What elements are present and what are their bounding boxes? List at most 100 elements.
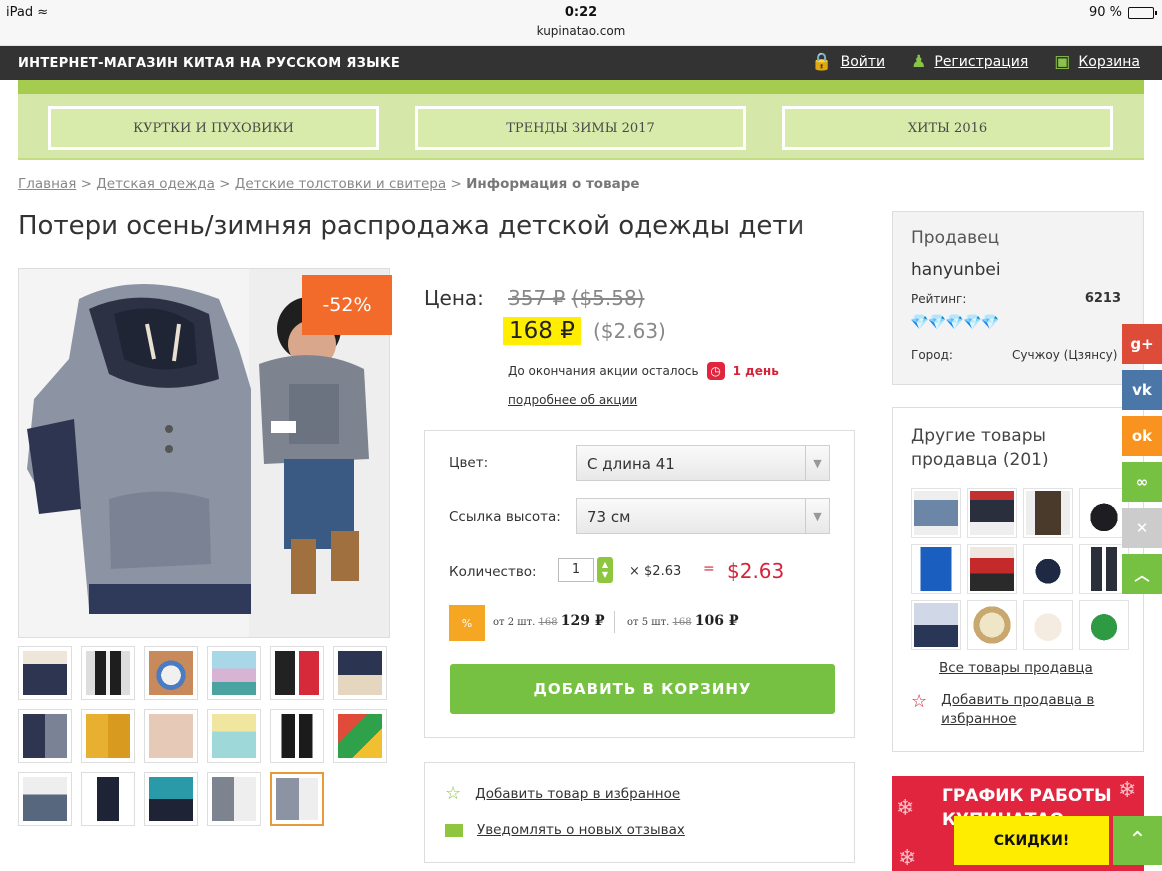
thumbnail[interactable]: [18, 646, 72, 700]
register-link[interactable]: ♟ Регистрация: [911, 52, 1028, 72]
breadcrumb-separator: >: [80, 176, 92, 192]
thumbnail[interactable]: [18, 709, 72, 763]
lock-icon: 🔒: [811, 52, 833, 72]
nav-strip: [18, 80, 1144, 94]
tier-5-old: 168: [672, 617, 692, 628]
notify-reviews-row[interactable]: Уведомлять о новых отзывах: [445, 822, 685, 838]
register-label[interactable]: Регистрация: [934, 54, 1028, 70]
battery-indicator: 90 %: [1088, 5, 1157, 20]
price-label: Цена:: [424, 286, 484, 310]
thumbnail[interactable]: [207, 772, 261, 826]
rating-value: 6213: [1084, 291, 1121, 306]
color-label: Цвет:: [449, 455, 489, 471]
breadcrumb-kids-clothing[interactable]: Детская одежда: [96, 176, 215, 192]
address-bar[interactable]: kupinatao.com: [0, 24, 1162, 38]
other-good-thumbnail[interactable]: [911, 544, 961, 594]
login-label[interactable]: Войти: [841, 54, 886, 70]
thumbnail[interactable]: [144, 709, 198, 763]
banner-winter-trends[interactable]: ТРЕНДЫ ЗИМЫ 2017: [415, 106, 746, 150]
thumbnail[interactable]: [207, 646, 261, 700]
sales-button[interactable]: СКИДКИ!: [954, 816, 1109, 865]
new-price: 168 ₽: [503, 317, 581, 345]
breadcrumb-hoodies[interactable]: Детские толстовки и свитера: [235, 176, 446, 192]
promo-banners: КУРТКИ И ПУХОВИКИ ТРЕНДЫ ЗИМЫ 2017 ХИТЫ …: [18, 94, 1144, 160]
quantity-label: Количество:: [449, 564, 537, 580]
cart-label[interactable]: Корзина: [1078, 54, 1140, 70]
quantity-input[interactable]: 1: [558, 558, 594, 582]
odnoklassniki-icon[interactable]: ok: [1122, 416, 1162, 456]
promo-details-link[interactable]: подробнее об акции: [508, 393, 637, 407]
banner-jackets[interactable]: КУРТКИ И ПУХОВИКИ: [48, 106, 379, 150]
other-good-thumbnail[interactable]: [967, 488, 1017, 538]
stepper-down-icon[interactable]: ▼: [602, 570, 608, 580]
thumbnail-selected[interactable]: [270, 772, 324, 826]
thumbnail[interactable]: [207, 709, 261, 763]
battery-percent: 90 %: [1088, 5, 1122, 20]
notify-reviews-link[interactable]: Уведомлять о новых отзывах: [477, 822, 685, 838]
breadcrumb-current: Информация о товаре: [466, 176, 640, 192]
total-price: $2.63: [727, 559, 785, 583]
scroll-top-icon[interactable]: ⌃: [1113, 816, 1162, 865]
city-label: Город:: [911, 348, 953, 362]
add-seller-favourite-link[interactable]: Добавить продавца в избранное: [941, 691, 1111, 729]
ios-status-bar: iPad ≈ 0:22 kupinatao.com 90 %: [0, 0, 1162, 46]
product-title: Потери осень/зимняя распродажа детской о…: [18, 211, 853, 241]
equals-sign: =: [703, 561, 715, 577]
link-icon[interactable]: ∞: [1122, 462, 1162, 502]
snowflake-icon: ❄: [898, 846, 917, 871]
other-good-thumbnail[interactable]: [1079, 600, 1129, 650]
breadcrumb-home[interactable]: Главная: [18, 176, 76, 192]
tier-5-prefix: от 5 шт.: [627, 617, 670, 628]
height-label: Ссылка высота:: [449, 509, 561, 525]
add-to-cart-button[interactable]: ДОБАВИТЬ В КОРЗИНУ: [450, 664, 835, 714]
other-good-thumbnail[interactable]: [911, 600, 961, 650]
seller-name[interactable]: hanyunbei: [911, 260, 1001, 280]
add-favourite-link[interactable]: Добавить товар в избранное: [475, 786, 680, 802]
wholesale-tier-2: от 2 шт. 168 129 ₽: [493, 613, 605, 629]
wholesale-tier-5: от 5 шт. 168 106 ₽: [627, 613, 739, 629]
thumbnail[interactable]: [270, 646, 324, 700]
height-select[interactable]: 73 см ▼: [576, 498, 830, 534]
height-select-value: 73 см: [587, 508, 631, 526]
other-good-thumbnail[interactable]: [967, 544, 1017, 594]
other-good-thumbnail[interactable]: [1023, 544, 1073, 594]
other-goods-heading: Другие товары продавца (201): [911, 426, 1049, 470]
thumbnail[interactable]: [81, 709, 135, 763]
thumbnail[interactable]: [81, 646, 135, 700]
thumbnail[interactable]: [18, 772, 72, 826]
tier-5-price: 106 ₽: [694, 613, 739, 629]
seller-heading: Продавец: [911, 228, 1000, 248]
other-good-thumbnail[interactable]: [1023, 600, 1073, 650]
old-price: 357 ₽ ($5.58): [508, 286, 645, 310]
banner-hits[interactable]: ХИТЫ 2016: [782, 106, 1113, 150]
quantity-stepper[interactable]: ▲ ▼: [597, 557, 613, 583]
close-icon[interactable]: ✕: [1122, 508, 1162, 548]
stepper-up-icon[interactable]: ▲: [602, 560, 608, 570]
rating-label: Рейтинг:: [911, 292, 967, 306]
vk-icon[interactable]: vk: [1122, 370, 1162, 410]
thumbnail[interactable]: [144, 772, 198, 826]
chevron-up-icon[interactable]: ︿: [1122, 554, 1162, 594]
other-good-thumbnail[interactable]: [967, 600, 1017, 650]
google-plus-icon[interactable]: g+: [1122, 324, 1162, 364]
envelope-icon: [445, 823, 463, 837]
add-seller-favourite-row[interactable]: ☆ Добавить продавца в избранное: [911, 691, 1111, 729]
thumbnail[interactable]: [144, 646, 198, 700]
thumbnail[interactable]: [333, 709, 387, 763]
color-select[interactable]: С длина 41 ▼: [576, 445, 830, 481]
all-seller-goods-link[interactable]: Все товары продавца: [939, 660, 1093, 676]
login-link[interactable]: 🔒 Войти: [811, 52, 885, 72]
add-favourite-row[interactable]: ☆ Добавить товар в избранное: [445, 783, 680, 804]
cart-link[interactable]: ▣ Корзина: [1054, 52, 1140, 72]
thumbnail[interactable]: [333, 646, 387, 700]
other-good-thumbnail[interactable]: [1023, 488, 1073, 538]
snowflake-icon: ❄: [1118, 778, 1137, 803]
site-brand[interactable]: ИНТЕРНЕТ-МАГАЗИН КИТАЯ НА РУССКОМ ЯЗЫКЕ: [18, 56, 400, 71]
thumbnail[interactable]: [270, 709, 324, 763]
user-icon: ♟: [911, 52, 927, 72]
other-good-thumbnail[interactable]: [911, 488, 961, 538]
breadcrumb-separator: >: [450, 176, 462, 192]
tier-divider: [614, 611, 615, 633]
city-value: Сучжоу (Цзянсу): [1012, 348, 1118, 362]
thumbnail[interactable]: [81, 772, 135, 826]
